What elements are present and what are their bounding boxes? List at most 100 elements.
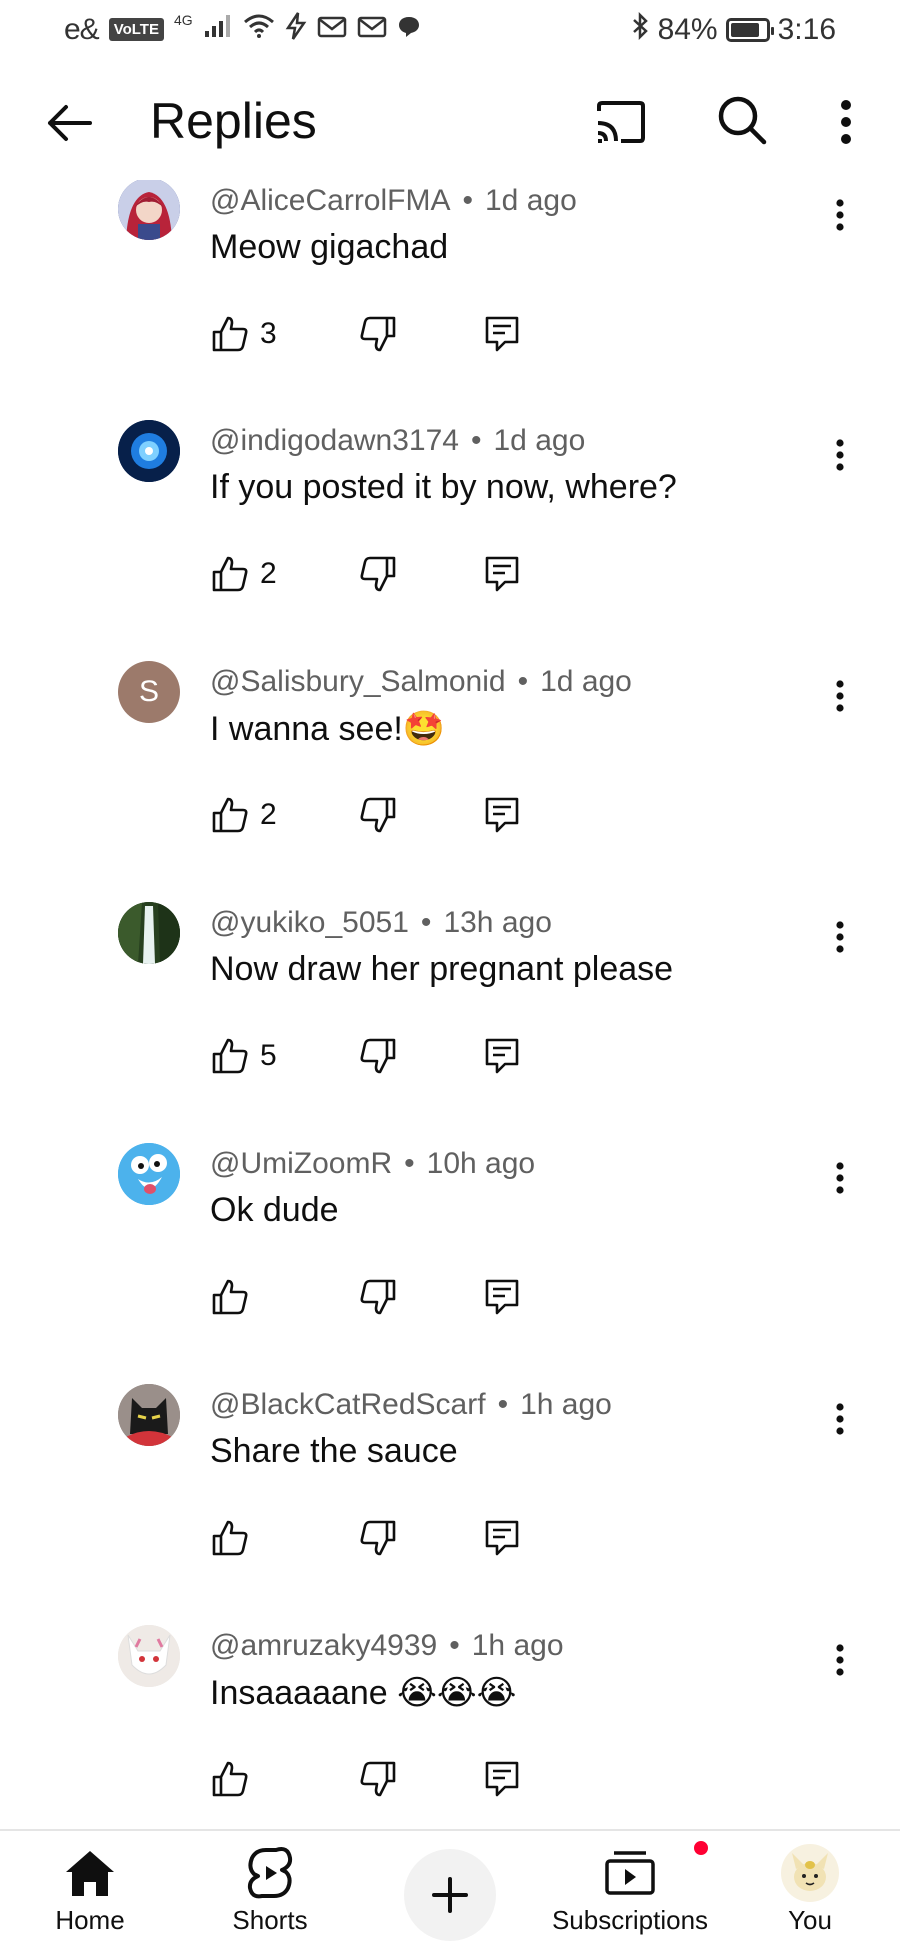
comment-text: Share the sauce: [210, 1432, 458, 1470]
clock: 3:16: [777, 13, 836, 46]
vertical-dots-icon: [836, 439, 844, 471]
comment-menu-button[interactable]: [820, 1635, 860, 1685]
reply-button[interactable]: [474, 306, 530, 362]
dislike-button[interactable]: [350, 1751, 406, 1807]
avatar-letter: S: [138, 675, 159, 708]
reply-button[interactable]: [474, 787, 530, 843]
flash-icon: [285, 12, 307, 47]
gmail-icon-2: [357, 14, 387, 46]
thumbs-up-icon: [212, 1520, 248, 1556]
comment-meta: @yukiko_5051 • 13h ago: [210, 906, 552, 940]
thumbs-down-icon: [360, 316, 396, 352]
thumbs-up-icon: [212, 1761, 248, 1797]
like-button[interactable]: [210, 1510, 260, 1566]
create-button[interactable]: [404, 1849, 496, 1941]
avatar[interactable]: [118, 420, 180, 482]
reply-comment-icon: [485, 1038, 519, 1074]
nav-shorts[interactable]: Shorts: [220, 1831, 320, 1949]
dislike-button[interactable]: [350, 546, 406, 602]
thumbs-down-icon: [360, 797, 396, 833]
comment-author[interactable]: @AliceCarrolFMA: [210, 184, 450, 217]
nav-you[interactable]: You: [760, 1831, 860, 1949]
avatar[interactable]: [118, 1143, 180, 1205]
vertical-dots-icon: [836, 680, 844, 712]
thumbs-up-icon: [212, 1038, 248, 1074]
avatar[interactable]: [118, 180, 180, 240]
home-icon: [63, 1831, 117, 1903]
profile-avatar: [781, 1844, 839, 1902]
separator-dot: •: [517, 665, 529, 698]
reply-button[interactable]: [474, 1751, 530, 1807]
comment: @AliceCarrolFMA • 1d ago Meow gigachad 3: [0, 180, 900, 421]
reply-comment-icon: [485, 1761, 519, 1797]
subscriptions-icon: [604, 1831, 710, 1903]
notification-dot: [692, 1839, 710, 1857]
comment-time: 1d ago: [485, 184, 577, 217]
thumbs-up-icon: [212, 1279, 248, 1315]
avatar[interactable]: S: [118, 661, 180, 723]
reply-button[interactable]: [474, 546, 530, 602]
comment-author[interactable]: @BlackCatRedScarf: [210, 1388, 486, 1421]
like-button[interactable]: 2: [210, 787, 277, 843]
thumbs-down-icon: [360, 556, 396, 592]
thumbs-down-icon: [360, 1761, 396, 1797]
comment-meta: @AliceCarrolFMA • 1d ago: [210, 184, 577, 218]
dislike-button[interactable]: [350, 1510, 406, 1566]
reply-comment-icon: [485, 1279, 519, 1315]
comment-author[interactable]: @UmiZoomR: [210, 1147, 392, 1180]
like-button[interactable]: [210, 1751, 260, 1807]
anime-avatar-icon: [118, 180, 180, 240]
reply-button[interactable]: [474, 1510, 530, 1566]
cartoon-avatar-icon: [118, 1143, 180, 1205]
nav-subscriptions[interactable]: Subscriptions: [550, 1831, 710, 1949]
reply-button[interactable]: [474, 1028, 530, 1084]
comment-author[interactable]: @Salisbury_Salmonid: [210, 665, 506, 698]
vertical-dots-icon: [836, 921, 844, 953]
search-button[interactable]: [712, 90, 772, 150]
waterfall-avatar-icon: [118, 902, 180, 964]
like-button[interactable]: 5: [210, 1028, 277, 1084]
reply-button[interactable]: [474, 1269, 530, 1325]
vertical-dots-icon: [836, 1644, 844, 1676]
cast-button[interactable]: [590, 92, 650, 152]
dislike-button[interactable]: [350, 1028, 406, 1084]
comment-text: Now draw her pregnant please: [210, 950, 674, 988]
comment-author[interactable]: @amruzaky4939: [210, 1629, 437, 1662]
comment-menu-button[interactable]: [820, 671, 860, 721]
comment-menu-button[interactable]: [820, 1153, 860, 1203]
comment-author[interactable]: @yukiko_5051: [210, 906, 409, 939]
comment-author[interactable]: @indigodawn3174: [210, 424, 459, 457]
comment-time: 1d ago: [493, 424, 586, 457]
status-bar: e& VoLTE 4G 84% 3:16: [0, 0, 900, 62]
vertical-dots-icon: [836, 199, 844, 231]
comment-text: Insaaaaane 😭😭😭: [210, 1674, 517, 1712]
replies-list: @AliceCarrolFMA • 1d ago Meow gigachad 3 @…: [0, 180, 900, 1830]
comment-actions: [210, 1510, 570, 1570]
dislike-button[interactable]: [350, 306, 406, 362]
dislike-button[interactable]: [350, 787, 406, 843]
avatar[interactable]: [118, 1625, 180, 1687]
comment-time: 1h ago: [471, 1629, 564, 1662]
comment-actions: 3: [210, 306, 570, 366]
avatar[interactable]: [118, 1384, 180, 1446]
comment-menu-button[interactable]: [820, 430, 860, 480]
separator-dot: •: [404, 1147, 415, 1180]
like-button[interactable]: 3: [210, 306, 277, 362]
comment-time: 1d ago: [540, 665, 632, 698]
comment-menu-button[interactable]: [820, 190, 860, 240]
app-bar: Replies: [0, 62, 900, 180]
search-icon: [718, 96, 767, 145]
comment: @yukiko_5051 • 13h ago Now draw her pregna…: [0, 902, 900, 1143]
comment-menu-button[interactable]: [820, 1394, 860, 1444]
comment-time: 10h ago: [426, 1147, 536, 1180]
back-button[interactable]: [40, 94, 98, 152]
like-button[interactable]: 2: [210, 546, 277, 602]
dislike-button[interactable]: [350, 1269, 406, 1325]
blue-orb-avatar-icon: [118, 420, 180, 482]
nav-home[interactable]: Home: [40, 1831, 140, 1949]
separator-dot: •: [420, 906, 432, 939]
overflow-menu-button[interactable]: [824, 90, 868, 154]
avatar[interactable]: [118, 902, 180, 964]
like-button[interactable]: [210, 1269, 260, 1325]
comment-menu-button[interactable]: [820, 912, 860, 962]
